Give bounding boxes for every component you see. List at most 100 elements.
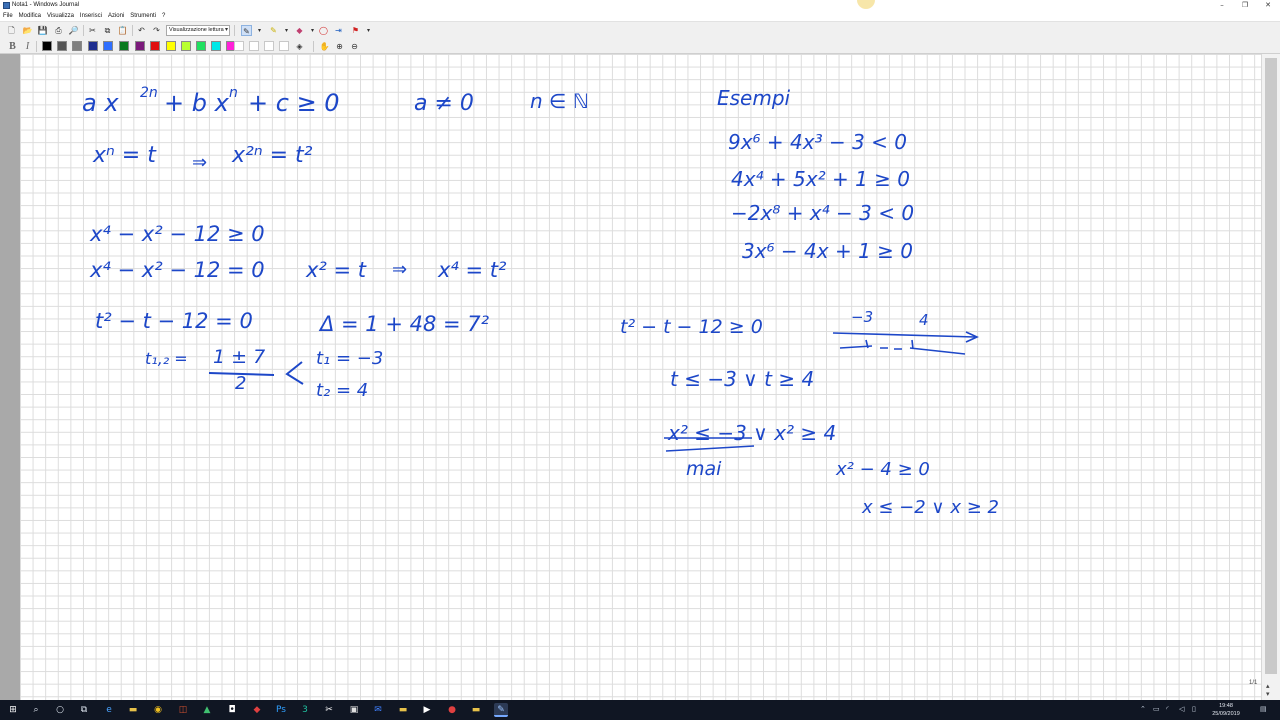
- maps-icon[interactable]: ▲: [200, 703, 214, 717]
- media-icon[interactable]: ▶: [420, 703, 434, 717]
- ink-x4-t2: x⁴ = t²: [437, 258, 507, 282]
- handwriting-ink: a x 2n + b x n + c ≥ 0 a ≠ 0 n ∈ ℕ xⁿ = …: [82, 85, 999, 518]
- save-icon[interactable]: 💾: [37, 25, 48, 36]
- power-icon[interactable]: ▯: [1192, 705, 1196, 713]
- insert-space-icon[interactable]: ⇥: [333, 25, 344, 36]
- pen-width-4[interactable]: [279, 41, 289, 51]
- flag-icon[interactable]: ⚑: [350, 25, 361, 36]
- clock-time: 19:48: [1219, 703, 1233, 709]
- copy-icon[interactable]: ⧉: [102, 25, 113, 36]
- menu-bar: File Modifica Visualizza Inserisci Azion…: [0, 11, 1280, 21]
- photoshop-icon[interactable]: Ps: [274, 703, 288, 717]
- tray-chevron-icon[interactable]: ⌃: [1140, 705, 1146, 713]
- camera-icon[interactable]: ◘: [225, 703, 239, 717]
- menu-inserisci[interactable]: Inserisci: [77, 11, 105, 21]
- new-note-icon[interactable]: 🗋: [6, 25, 17, 36]
- find-icon[interactable]: 🔎: [68, 25, 79, 36]
- file-explorer-icon[interactable]: ▬: [126, 703, 140, 717]
- ink-implies-2: ⇒: [392, 259, 407, 280]
- menu-modifica[interactable]: Modifica: [16, 11, 44, 21]
- print-icon[interactable]: ⎙: [53, 25, 64, 36]
- journal-taskbar-icon[interactable]: ✎: [494, 703, 508, 717]
- vertical-scrollbar[interactable]: ▴ ▾: [1261, 54, 1280, 700]
- color-swatch[interactable]: [88, 41, 98, 51]
- office-icon[interactable]: ◫: [176, 703, 190, 717]
- color-swatch[interactable]: [166, 41, 176, 51]
- scroll-up-icon[interactable]: ▴: [1266, 682, 1270, 690]
- pan-hand-icon[interactable]: ✋: [319, 41, 330, 52]
- chrome-icon[interactable]: ◉: [151, 703, 165, 717]
- task-view-icon[interactable]: ⧉: [77, 703, 91, 717]
- color-swatch[interactable]: [103, 41, 113, 51]
- ink-delta: Δ = 1 + 48 = 7²: [318, 312, 490, 336]
- pen-style-icon[interactable]: ◈: [294, 41, 305, 52]
- color-swatch[interactable]: [57, 41, 67, 51]
- color-swatch[interactable]: [211, 41, 221, 51]
- zoom-in-icon[interactable]: ⊕: [334, 41, 345, 52]
- files-icon[interactable]: ▬: [469, 703, 483, 717]
- color-swatch[interactable]: [135, 41, 145, 51]
- title-bar: Nota1 - Windows Journal – ❐ ✕: [0, 0, 1280, 11]
- close-button[interactable]: ✕: [1260, 0, 1276, 11]
- color-swatch[interactable]: [196, 41, 206, 51]
- zoom-out-icon[interactable]: ⊖: [349, 41, 360, 52]
- menu-file[interactable]: File: [0, 11, 16, 21]
- pen-tool-icon[interactable]: ✎: [241, 25, 252, 36]
- record-icon[interactable]: ●: [445, 703, 459, 717]
- pen-dropdown-icon[interactable]: ▾: [254, 25, 265, 36]
- eraser-icon[interactable]: ◆: [294, 25, 305, 36]
- minimize-button[interactable]: –: [1214, 0, 1230, 11]
- wifi-icon[interactable]: ◜: [1166, 705, 1169, 713]
- color-swatch[interactable]: [119, 41, 129, 51]
- color-swatch[interactable]: [150, 41, 160, 51]
- color-swatch[interactable]: [181, 41, 191, 51]
- folder-icon[interactable]: ▬: [396, 703, 410, 717]
- pen-width-1[interactable]: [234, 41, 244, 51]
- cut-icon[interactable]: ✂: [87, 25, 98, 36]
- cortana-icon[interactable]: ○: [53, 703, 67, 717]
- flag-dropdown-icon[interactable]: ▾: [363, 25, 374, 36]
- view-mode-select[interactable]: Visualizzazione lettura ▾: [166, 25, 230, 36]
- volume-icon[interactable]: ◁: [1179, 705, 1184, 713]
- start-icon[interactable]: ⊞: [6, 703, 20, 717]
- lasso-select-icon[interactable]: ◯: [318, 25, 329, 36]
- network-icon[interactable]: ▭: [1153, 705, 1160, 713]
- highlighter-dropdown-icon[interactable]: ▾: [281, 25, 292, 36]
- color-swatch[interactable]: [72, 41, 82, 51]
- highlighter-icon[interactable]: ✎: [268, 25, 279, 36]
- paste-icon[interactable]: 📋: [117, 25, 128, 36]
- calculator-icon[interactable]: 3: [298, 703, 312, 717]
- search-icon[interactable]: ⌕: [29, 703, 43, 717]
- page-counter: 1/1: [1249, 680, 1258, 686]
- scroll-down-icon[interactable]: ▾: [1266, 690, 1270, 698]
- pdf-icon[interactable]: ◆: [250, 703, 264, 717]
- menu-visualizza[interactable]: Visualizza: [44, 11, 77, 21]
- mail-icon[interactable]: ✉: [371, 703, 385, 717]
- bold-icon[interactable]: B: [7, 41, 18, 52]
- scrollbar-thumb[interactable]: [1265, 58, 1277, 674]
- ink-number-line: [832, 332, 976, 338]
- menu-help[interactable]: ?: [159, 11, 168, 21]
- menu-azioni[interactable]: Azioni: [105, 11, 127, 21]
- window-title: Nota1 - Windows Journal: [12, 2, 80, 8]
- eraser-dropdown-icon[interactable]: ▾: [307, 25, 318, 36]
- edge-icon[interactable]: e: [102, 703, 116, 717]
- ink-exp-n: n: [229, 85, 238, 101]
- left-margin-pane: [0, 54, 20, 700]
- redo-icon[interactable]: ↷: [151, 25, 162, 36]
- notifications-icon[interactable]: ▤: [1260, 705, 1267, 713]
- system-clock[interactable]: 19:48 25/09/2019: [1208, 702, 1244, 718]
- menu-strumenti[interactable]: Strumenti: [127, 11, 159, 21]
- ink-b-x: + b x: [164, 89, 230, 117]
- pen-width-3[interactable]: [264, 41, 274, 51]
- pen-width-2[interactable]: [249, 41, 259, 51]
- open-icon[interactable]: 📂: [22, 25, 33, 36]
- snipping-icon[interactable]: ✂: [322, 703, 336, 717]
- store-icon[interactable]: ▣: [347, 703, 361, 717]
- maximize-button[interactable]: ❐: [1237, 0, 1253, 11]
- ink-ex1-eq: x⁴ − x² − 12 = 0: [89, 258, 265, 282]
- italic-icon[interactable]: I: [22, 41, 33, 52]
- undo-icon[interactable]: ↶: [136, 25, 147, 36]
- color-swatch[interactable]: [42, 41, 52, 51]
- note-canvas[interactable]: a x 2n + b x n + c ≥ 0 a ≠ 0 n ∈ ℕ xⁿ = …: [20, 54, 1261, 700]
